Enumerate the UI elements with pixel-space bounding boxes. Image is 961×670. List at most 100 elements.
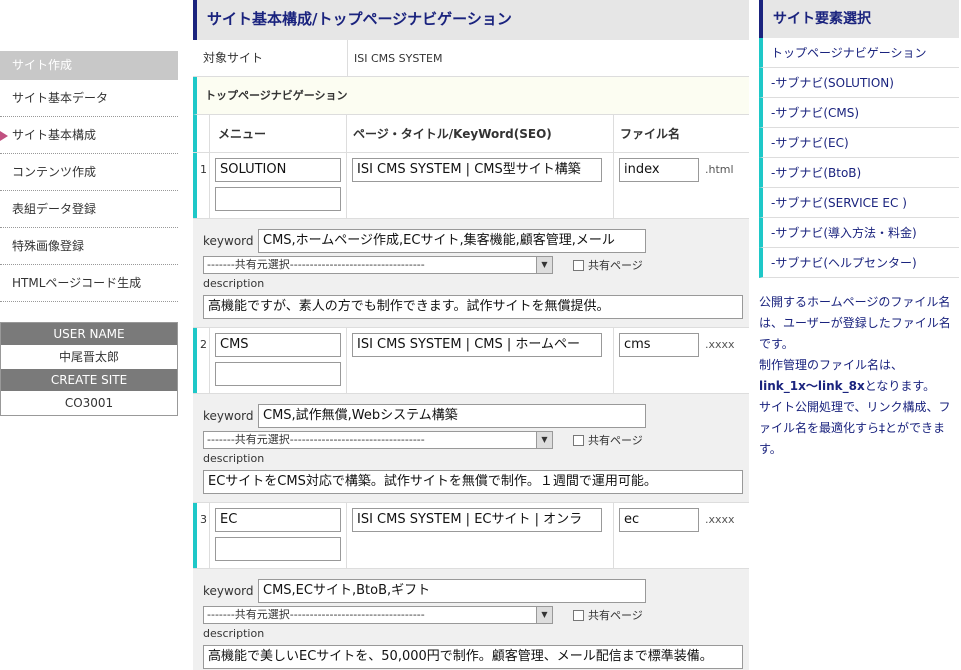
element-item-subnav-solution[interactable]: -サブナビ(SOLUTION) xyxy=(759,68,959,98)
menu-sub-input[interactable] xyxy=(215,187,341,211)
file-name-cell: index .html xyxy=(614,153,734,218)
help-note-suffix: となります。 xyxy=(864,379,936,393)
column-header-file-name: ファイル名 xyxy=(620,127,681,141)
shared-page-checkbox-group: 共有ページ xyxy=(573,432,643,448)
page-title-cell: ISI CMS SYSTEM | CMS | ホームペー xyxy=(347,328,614,393)
sidebar-item-content-creation[interactable]: コンテンツ作成 xyxy=(0,154,178,191)
sidebar-item-html-code[interactable]: HTMLページコード生成 xyxy=(0,265,178,302)
description-input[interactable]: ECサイトをCMS対応で構築。試作サイトを無償で制作。１週間で運用可能。 xyxy=(203,470,743,494)
menu-cell: SOLUTION xyxy=(210,153,347,218)
column-header-index xyxy=(193,115,210,152)
description-label: description xyxy=(203,627,265,640)
user-name-value: 中尾晋太郎 xyxy=(1,345,177,369)
element-item-subnav-btob[interactable]: -サブナビ(BtoB) xyxy=(759,158,959,188)
element-item-subnav-cms[interactable]: -サブナビ(CMS) xyxy=(759,98,959,128)
shared-page-label: 共有ページ xyxy=(588,259,643,272)
entry-index: 3 xyxy=(193,503,210,568)
sidebar-item-table-data[interactable]: 表組データ登録 xyxy=(0,191,178,228)
entry-index: 2 xyxy=(193,328,210,393)
page-title: サイト基本構成/トップページナビゲーション xyxy=(193,0,749,40)
shared-source-select[interactable]: -------共有元選択----------------------------… xyxy=(203,431,553,449)
shared-source-select-value: -------共有元選択----------------------------… xyxy=(207,258,425,271)
target-site-label: 対象サイト xyxy=(193,40,348,76)
site-code-value: CO3001 xyxy=(1,391,177,415)
page-title-input[interactable]: ISI CMS SYSTEM | ECサイト | オンラ xyxy=(352,508,602,532)
help-note-prefix: 制作管理のファイル名は、 xyxy=(759,358,904,372)
element-select-title: サイト要素選択 xyxy=(759,0,959,38)
nav-entry-seo: keyword CMS,ECサイト,BtoB,ギフト -------共有元選択-… xyxy=(193,569,749,670)
menu-cell: EC xyxy=(210,503,347,568)
file-extension: .xxxx xyxy=(705,338,735,351)
dropdown-arrow-icon[interactable]: ▼ xyxy=(536,607,552,623)
keyword-input[interactable]: CMS,ホームページ作成,ECサイト,集客機能,顧客管理,メール xyxy=(258,229,646,253)
shared-source-select-value: -------共有元選択----------------------------… xyxy=(207,433,425,446)
menu-name-input[interactable]: SOLUTION xyxy=(215,158,341,182)
shared-page-checkbox-group: 共有ページ xyxy=(573,607,643,623)
file-extension: .html xyxy=(705,163,734,176)
dropdown-arrow-icon[interactable]: ▼ xyxy=(536,257,552,273)
file-name-input[interactable]: ec xyxy=(619,508,699,532)
nav-entry-seo: keyword CMS,試作無償,Webシステム構築 -------共有元選択-… xyxy=(193,394,749,502)
column-header-page-title: ページ・タイトル/KeyWord(SEO) xyxy=(347,115,614,152)
description-input[interactable]: 高機能で美しいECサイトを、50,000円で制作。顧客管理、メール配信まで標準装… xyxy=(203,645,743,669)
file-name-input[interactable]: cms xyxy=(619,333,699,357)
page-title-input[interactable]: ISI CMS SYSTEM | CMS | ホームペー xyxy=(352,333,602,357)
menu-cell: CMS xyxy=(210,328,347,393)
nav-entry: 2 CMS ISI CMS SYSTEM | CMS | ホームペー cms .… xyxy=(193,328,749,503)
shared-page-checkbox[interactable] xyxy=(573,609,584,621)
sidebar-item-special-image[interactable]: 特殊画像登録 xyxy=(0,228,178,265)
shared-source-select[interactable]: -------共有元選択----------------------------… xyxy=(203,606,553,624)
sidebar: サイト作成 サイト基本データ サイト基本構成 コンテンツ作成 表組データ登録 特… xyxy=(0,51,178,302)
nav-entry-seo: keyword CMS,ホームページ作成,ECサイト,集客機能,顧客管理,メール… xyxy=(193,219,749,327)
element-item-subnav-service-ec[interactable]: -サブナビ(SERVICE EC ) xyxy=(759,188,959,218)
dropdown-arrow-icon[interactable]: ▼ xyxy=(536,432,552,448)
keyword-input[interactable]: CMS,試作無償,Webシステム構築 xyxy=(258,404,646,428)
description-label: description xyxy=(203,452,265,465)
help-note-line-3: サイト公開処理で、リンク構成、ファイル名を最適化すら‡とができます。 xyxy=(759,400,951,456)
menu-sub-input[interactable] xyxy=(215,362,341,386)
element-item-subnav-ec[interactable]: -サブナビ(EC) xyxy=(759,128,959,158)
file-extension: .xxxx xyxy=(705,513,735,526)
description-input[interactable]: 高機能ですが、素人の方でも制作できます。試作サイトを無償提供。 xyxy=(203,295,743,319)
help-note-bold: link_1x〜link_8x xyxy=(759,379,865,393)
page-title-cell: ISI CMS SYSTEM | CMS型サイト構築 xyxy=(347,153,614,218)
keyword-input[interactable]: CMS,ECサイト,BtoB,ギフト xyxy=(258,579,646,603)
user-info-box: USER NAME 中尾晋太郎 CREATE SITE CO3001 xyxy=(0,322,178,416)
keyword-label: keyword xyxy=(203,234,254,248)
description-label: description xyxy=(203,277,265,290)
section-title: トップページナビゲーション xyxy=(193,77,749,115)
create-site-label: CREATE SITE xyxy=(1,369,177,391)
target-site-row: 対象サイト ISI CMS SYSTEM xyxy=(193,40,749,77)
shared-page-checkbox[interactable] xyxy=(573,434,584,446)
help-note-line-2: 制作管理のファイル名は、 link_1x〜link_8xとなります。 xyxy=(759,355,959,397)
element-item-subnav-help[interactable]: -サブナビ(ヘルプセンター) xyxy=(759,248,959,278)
shared-source-select[interactable]: -------共有元選択----------------------------… xyxy=(203,256,553,274)
element-select-panel: サイト要素選択 トップページナビゲーション -サブナビ(SOLUTION) -サ… xyxy=(759,0,959,460)
element-item-top-nav[interactable]: トップページナビゲーション xyxy=(759,38,959,68)
keyword-label: keyword xyxy=(203,409,254,423)
nav-entry-fields: 2 CMS ISI CMS SYSTEM | CMS | ホームペー cms .… xyxy=(193,328,749,394)
nav-entry-fields: 3 EC ISI CMS SYSTEM | ECサイト | オンラ ec .xx… xyxy=(193,503,749,569)
file-name-input[interactable]: index xyxy=(619,158,699,182)
column-header-row: メニュー ページ・タイトル/KeyWord(SEO) ファイル名 xyxy=(193,115,749,153)
nav-entry-fields: 1 SOLUTION ISI CMS SYSTEM | CMS型サイト構築 in… xyxy=(193,153,749,219)
entry-index: 1 xyxy=(193,153,210,218)
nav-entry: 3 EC ISI CMS SYSTEM | ECサイト | オンラ ec .xx… xyxy=(193,503,749,670)
menu-sub-input[interactable] xyxy=(215,537,341,561)
file-name-cell: cms .xxxx xyxy=(614,328,735,393)
sidebar-item-site-structure[interactable]: サイト基本構成 xyxy=(0,117,178,154)
sidebar-item-site-basic-data[interactable]: サイト基本データ xyxy=(0,80,178,117)
help-note: 公開するホームページのファイル名は、ユーザーが登録したファイル名です。 制作管理… xyxy=(759,292,959,460)
help-note-line-1: 公開するホームページのファイル名は、ユーザーが登録したファイル名です。 xyxy=(759,295,951,351)
page-title-input[interactable]: ISI CMS SYSTEM | CMS型サイト構築 xyxy=(352,158,602,182)
sidebar-header: サイト作成 xyxy=(0,51,178,80)
main-panel: サイト基本構成/トップページナビゲーション 対象サイト ISI CMS SYST… xyxy=(193,0,749,670)
menu-name-input[interactable]: EC xyxy=(215,508,341,532)
shared-page-checkbox[interactable] xyxy=(573,259,584,271)
shared-page-label: 共有ページ xyxy=(588,609,643,622)
element-item-subnav-pricing[interactable]: -サブナビ(導入方法・料金) xyxy=(759,218,959,248)
column-header-menu: メニュー xyxy=(210,115,347,152)
page-title-cell: ISI CMS SYSTEM | ECサイト | オンラ xyxy=(347,503,614,568)
shared-page-label: 共有ページ xyxy=(588,434,643,447)
menu-name-input[interactable]: CMS xyxy=(215,333,341,357)
